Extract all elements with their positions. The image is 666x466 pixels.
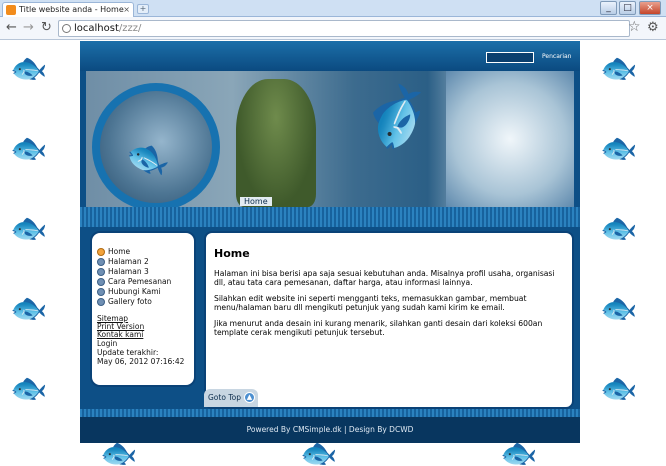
search-input[interactable]	[486, 52, 534, 63]
new-tab-button[interactable]: +	[137, 4, 149, 14]
header-stripe	[80, 207, 580, 227]
fish-bg-icon: 🐟	[10, 291, 48, 326]
menu-item-halaman-2[interactable]: Halaman 2	[97, 257, 194, 267]
header-banner: 🐟 🐟 Home	[86, 71, 574, 207]
fish-bg-icon: 🐟	[600, 131, 638, 166]
bullet-icon	[97, 278, 105, 286]
menu-item-hubungi-kami[interactable]: Hubungi Kami	[97, 287, 194, 297]
side-links: Sitemap Print Version Kontak kami Login …	[97, 315, 194, 367]
page-title: Home	[214, 247, 250, 260]
menu-item-home[interactable]: Home	[97, 247, 194, 257]
address-bar[interactable]: localhost/zzz/	[58, 20, 630, 37]
tab-title: Title website anda - Home	[19, 5, 124, 14]
content-paragraph: Silahkan edit website ini seperti mengga…	[214, 294, 527, 312]
fisherman-image	[236, 79, 316, 207]
splash-image	[446, 71, 574, 207]
menu-item-gallery-foto[interactable]: Gallery foto	[97, 297, 194, 307]
bullet-icon	[97, 288, 105, 296]
fish-bg-icon: 🐟	[600, 211, 638, 246]
bullet-icon	[97, 268, 105, 276]
breadcrumb: Home	[240, 197, 272, 206]
login-link[interactable]: Login	[97, 339, 194, 348]
marlin-image: 🐟	[348, 71, 440, 164]
fish-bg-icon: 🐟	[10, 51, 48, 86]
menu-label: Cara Pemesanan	[108, 277, 172, 286]
site-footer: Powered By CMSimple.dk | Design By DCWD	[80, 417, 580, 443]
close-window-button[interactable]: ×	[639, 1, 661, 15]
content-paragraph: Jika menurut anda desain ini kurang mena…	[214, 319, 543, 337]
menu-label: Hubungi Kami	[108, 287, 161, 296]
favicon-icon	[6, 5, 16, 15]
maximize-button[interactable]: □	[619, 1, 636, 15]
forward-icon[interactable]: →	[23, 21, 34, 35]
minimize-button[interactable]: _	[600, 1, 617, 15]
menu-item-cara-pemesanan[interactable]: Cara Pemesanan	[97, 277, 194, 287]
contact-link[interactable]: Kontak kami	[97, 331, 194, 339]
main-menu: Home Halaman 2 Halaman 3 Cara Pemesanan …	[97, 247, 194, 307]
main-content: Home Halaman ini bisa berisi apa saja se…	[204, 231, 574, 409]
menu-label: Gallery foto	[108, 297, 152, 306]
back-icon[interactable]: ←	[6, 21, 17, 35]
arrow-up-icon: ▲	[244, 392, 255, 403]
bookmark-star-icon[interactable]: ☆	[628, 19, 641, 35]
marlin-icon: 🐟	[119, 130, 178, 187]
url-host: localhost	[74, 23, 119, 34]
goto-top-label: Goto Top	[208, 393, 241, 402]
bullet-icon	[97, 298, 105, 306]
reload-icon[interactable]: ↻	[41, 21, 52, 35]
tab-home[interactable]: Title website anda - Home ×	[2, 2, 134, 17]
bullet-icon	[97, 258, 105, 266]
fish-bg-icon: 🐟	[10, 131, 48, 166]
fish-bg-icon: 🐟	[600, 51, 638, 86]
url-path: /zzz/	[118, 23, 142, 34]
browser-toolbar: ← → ↻ localhost/zzz/ ☆ ⚙	[0, 17, 666, 40]
goto-top-button[interactable]: Goto Top ▲	[204, 389, 258, 407]
bullet-icon	[97, 248, 105, 256]
marlin-circle-image: 🐟	[92, 83, 220, 207]
site-container: Pencarian 🐟 🐟 Home Home Halaman 2 Halama…	[80, 41, 580, 443]
wrench-icon[interactable]: ⚙	[647, 20, 659, 35]
menu-label: Halaman 2	[108, 257, 149, 266]
footer-stripe	[80, 409, 580, 417]
search-label[interactable]: Pencarian	[542, 53, 572, 60]
fish-bg-icon: 🐟	[10, 211, 48, 246]
site-topbar: Pencarian	[80, 41, 580, 71]
globe-icon	[62, 24, 71, 33]
fish-bg-icon: 🐟	[600, 371, 638, 406]
menu-label: Home	[108, 247, 131, 256]
fish-bg-icon: 🐟	[600, 291, 638, 326]
update-label: Update terakhir:	[97, 348, 159, 357]
content-paragraph: Halaman ini bisa berisi apa saja sesuai …	[214, 269, 555, 287]
update-date: May 06, 2012 07:16:42	[97, 357, 185, 366]
tab-close-icon[interactable]: ×	[123, 3, 130, 16]
sidebar: Home Halaman 2 Halaman 3 Cara Pemesanan …	[90, 231, 196, 387]
fish-bg-icon: 🐟	[10, 371, 48, 406]
browser-titlebar: Title website anda - Home × + _ □ ×	[0, 0, 666, 17]
menu-label: Halaman 3	[108, 267, 149, 276]
menu-item-halaman-3[interactable]: Halaman 3	[97, 267, 194, 277]
page-viewport: 🐟 🐟 🐟 🐟 🐟 🐟 🐟 🐟 🐟 🐟 🐟 🐟 🐟 Pencarian 🐟 🐟 …	[0, 41, 666, 466]
